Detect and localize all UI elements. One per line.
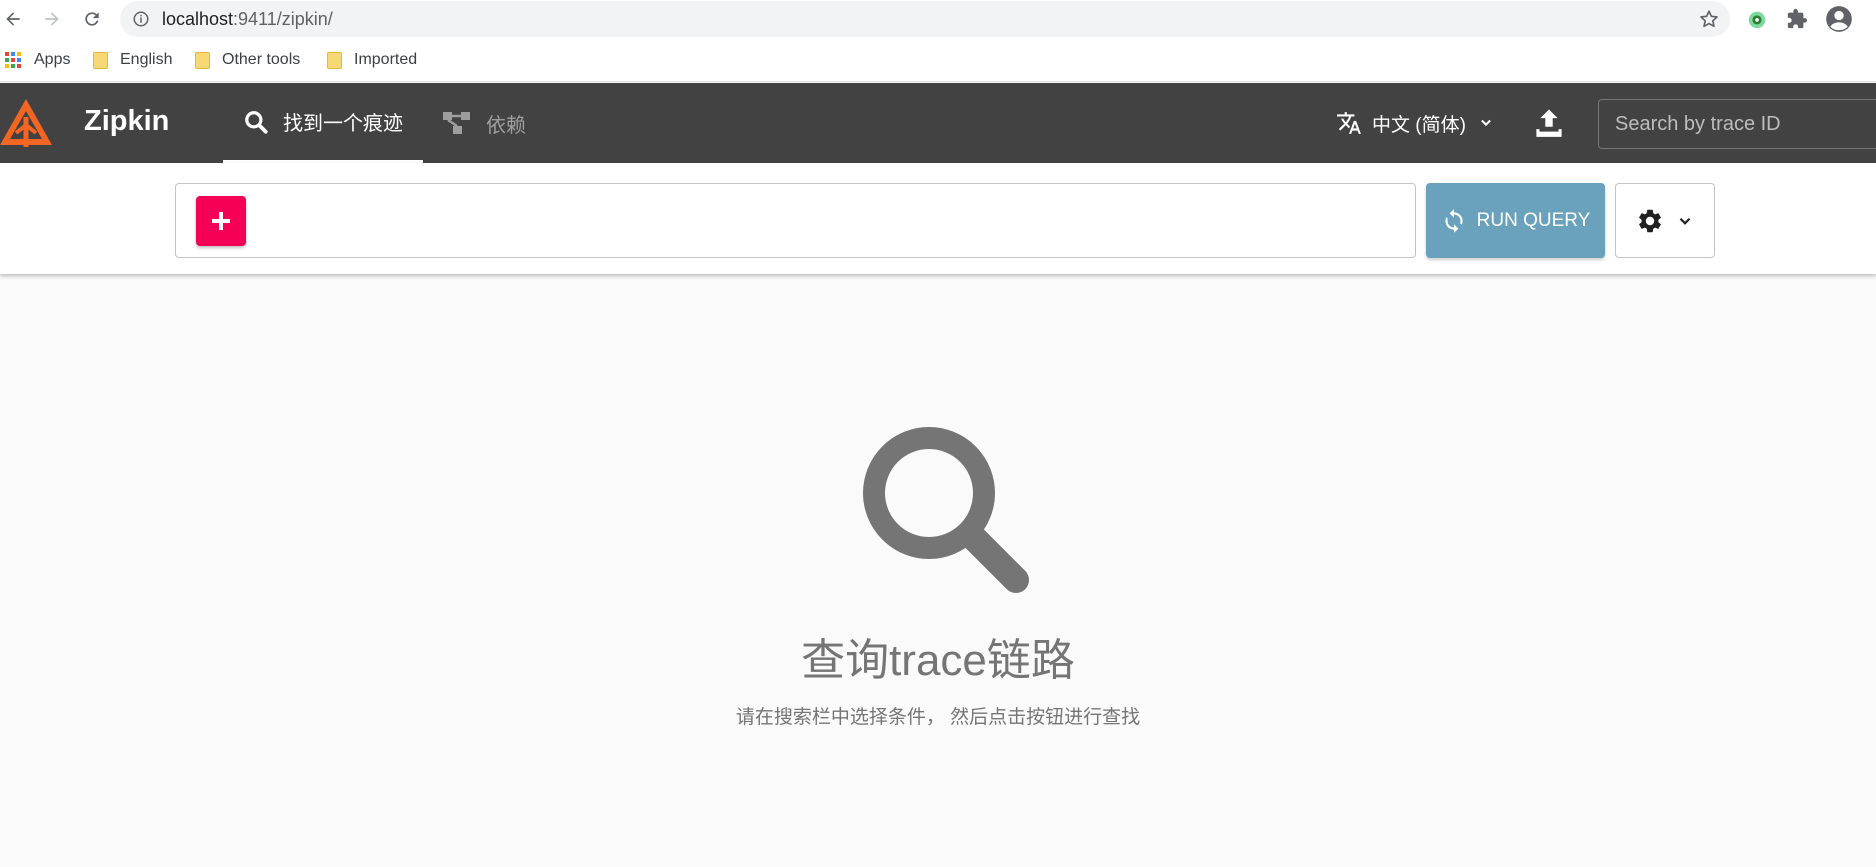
query-bar: RUN QUERY — [0, 163, 1876, 274]
bookmarks-bar: Apps English Other tools Imported — [0, 38, 1876, 82]
empty-state-title: 查询trace链路 — [801, 636, 1075, 685]
search-icon — [856, 420, 1036, 600]
tab-label: 找到一个痕迹 — [283, 113, 403, 135]
sync-icon — [1441, 208, 1467, 234]
upload-icon[interactable] — [1534, 107, 1564, 139]
site-info-icon[interactable] — [132, 10, 150, 28]
forward-icon[interactable] — [39, 6, 65, 32]
address-bar[interactable]: localhost:9411/zipkin/ — [120, 1, 1730, 37]
profile-avatar-icon[interactable] — [1825, 5, 1853, 33]
plus-icon — [212, 212, 230, 230]
bookmark-label: Other tools — [222, 51, 301, 68]
reload-icon[interactable] — [79, 6, 105, 32]
puzzle-icon[interactable] — [1785, 7, 1809, 31]
folder-icon — [195, 51, 210, 69]
url-host: localhost — [162, 9, 234, 29]
language-label: 中文 (简体) — [1372, 114, 1466, 136]
url-path: :9411/zipkin/ — [233, 9, 333, 29]
browser-toolbar: localhost:9411/zipkin/ — [0, 0, 1876, 38]
bookmark-star-icon[interactable] — [1698, 8, 1720, 30]
bookmark-imported[interactable]: Imported — [327, 49, 417, 71]
tab-dependencies[interactable]: 依赖 — [442, 83, 592, 163]
bookmark-english[interactable]: English — [93, 49, 172, 71]
translate-icon — [1336, 110, 1362, 136]
app-header: Zipkin 找到一个痕迹 依赖 中文 (简体) — [0, 83, 1876, 163]
gear-icon — [1636, 207, 1664, 235]
chevron-down-icon — [1676, 212, 1694, 230]
search-criteria-field[interactable] — [175, 183, 1416, 258]
extension-icon[interactable] — [1745, 7, 1769, 31]
zipkin-logo-icon[interactable] — [0, 97, 56, 151]
run-query-label: RUN QUERY — [1476, 209, 1591, 231]
dependencies-icon — [442, 110, 472, 136]
apps-grid-icon — [4, 51, 22, 69]
bookmark-label: English — [120, 51, 173, 68]
tab-find-trace[interactable]: 找到一个痕迹 — [223, 83, 423, 163]
bookmark-other-tools[interactable]: Other tools — [195, 49, 300, 71]
empty-state-subtitle: 请在搜索栏中选择条件， 然后点击按钮进行查找 — [735, 707, 1141, 728]
trace-id-search-input[interactable] — [1598, 99, 1876, 149]
folder-icon — [327, 51, 342, 69]
bookmark-apps[interactable]: Apps — [4, 49, 70, 71]
settings-button[interactable] — [1615, 183, 1715, 258]
add-criteria-button[interactable] — [196, 196, 246, 246]
bookmark-label: Apps — [34, 51, 71, 68]
folder-icon — [93, 51, 108, 69]
empty-state: 查询trace链路 请在搜索栏中选择条件， 然后点击按钮进行查找 — [0, 274, 1876, 867]
run-query-button[interactable]: RUN QUERY — [1426, 183, 1605, 258]
language-selector[interactable]: 中文 (简体) — [1336, 107, 1496, 139]
back-icon[interactable] — [0, 6, 26, 32]
brand-title[interactable]: Zipkin — [84, 105, 169, 138]
url-text: localhost:9411/zipkin/ — [162, 9, 333, 30]
bookmark-label: Imported — [354, 51, 418, 68]
chevron-down-icon — [1476, 113, 1496, 133]
tab-label: 依赖 — [486, 114, 526, 137]
search-icon — [243, 109, 269, 135]
